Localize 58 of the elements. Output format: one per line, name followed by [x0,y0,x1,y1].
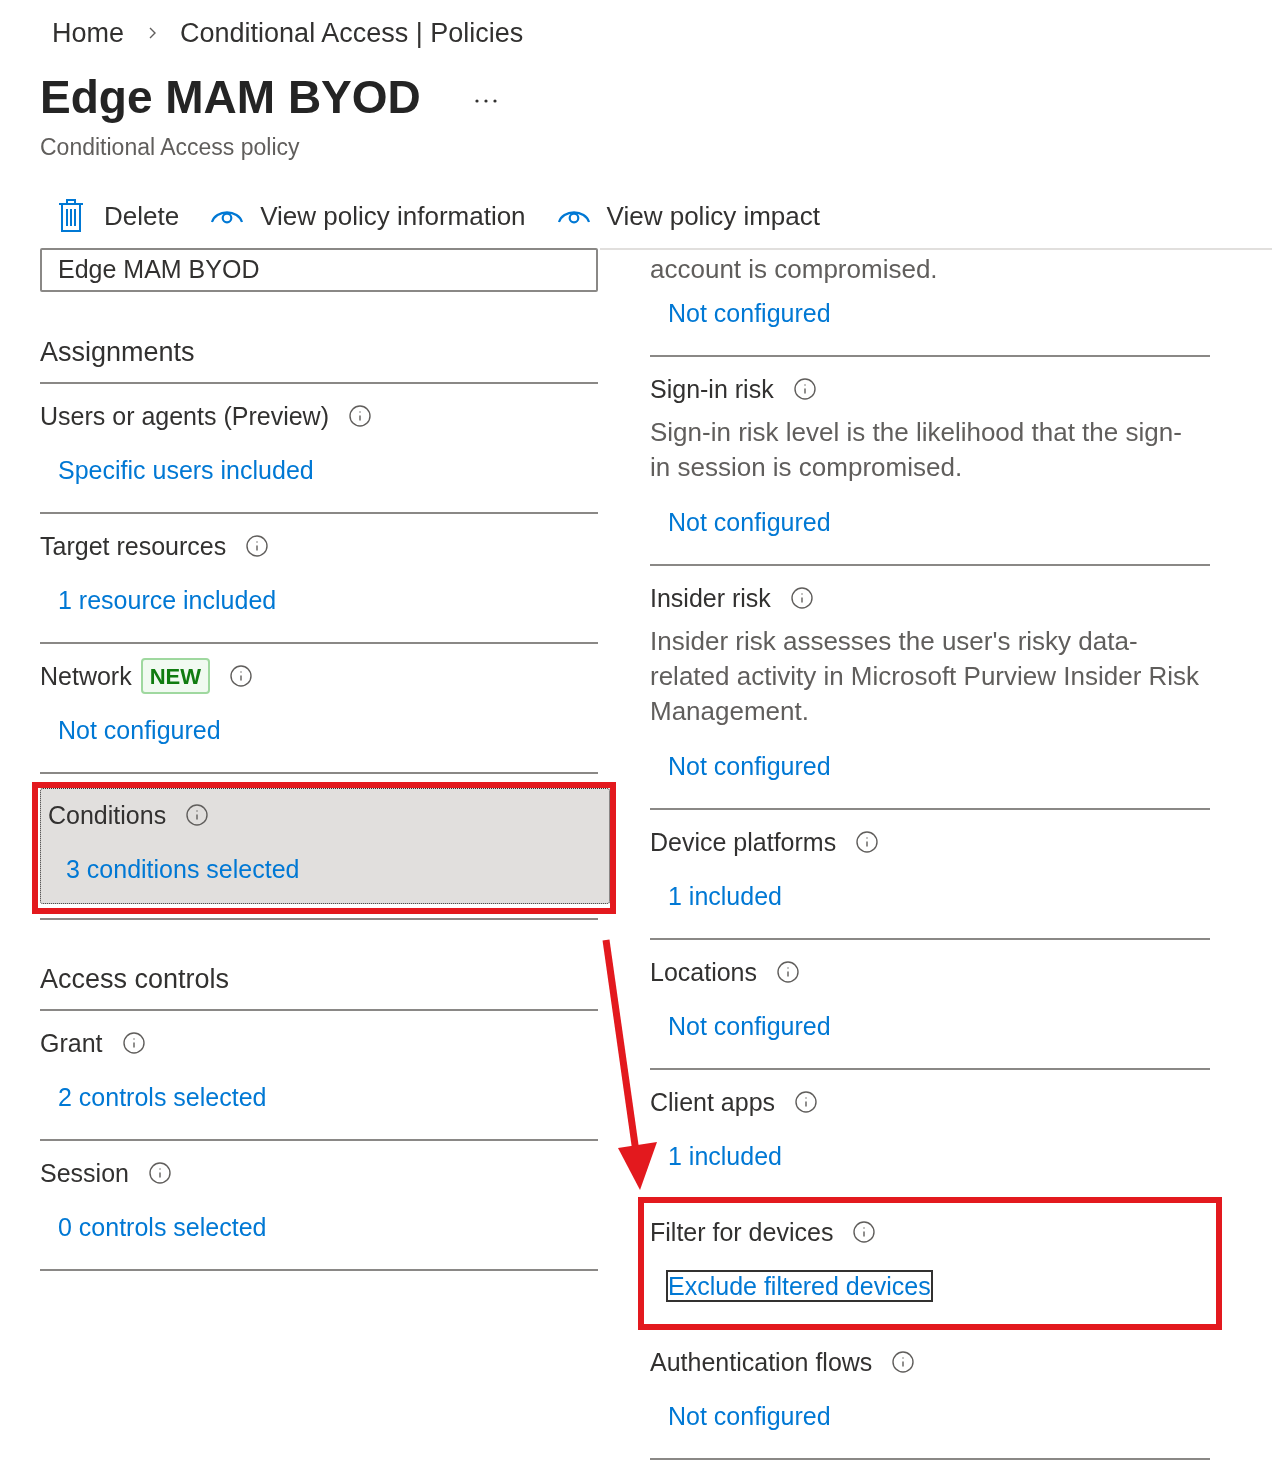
info-icon[interactable] [776,960,801,984]
group-heading: Access controls [40,963,231,995]
info-icon[interactable] [348,404,372,428]
section-link[interactable]: Not configured [56,714,223,746]
section-title: Conditions [48,800,167,831]
section-link[interactable]: Not configured [666,506,833,538]
toolbar-button[interactable]: View policy information [210,196,526,236]
section-title: Target resources [40,531,227,562]
section-link[interactable]: Not configured [666,297,833,329]
section-title: Network [40,661,132,692]
section-link[interactable]: 1 included [666,880,784,912]
section-link[interactable]: Specific users included [56,454,316,486]
info-icon[interactable] [185,803,210,827]
info-icon[interactable] [147,1161,172,1185]
info-icon[interactable] [891,1350,916,1374]
section-title: Client apps [650,1087,776,1118]
toolbar-button[interactable]: Delete [58,196,180,236]
section-title: Grant [40,1028,103,1059]
info-icon[interactable] [792,377,817,401]
info-icon[interactable] [229,664,253,688]
section-description: Insider risk assesses the user's risky data- related activity in Microsoft Purview Insider Risk Management. [650,625,1201,728]
section-link[interactable]: Not configured [666,1400,833,1432]
section-title: Device platforms [650,827,837,858]
info-icon[interactable] [121,1031,146,1055]
section-link[interactable]: 0 controls selected [56,1211,269,1243]
name-input[interactable]: Edge MAM BYOD [40,248,598,292]
section-link[interactable]: 2 controls selected [56,1081,269,1113]
page-title: Edge MAM BYOD [40,70,421,125]
section-description: Sign-in risk level is the likelihood that the sign- in session is compromised. [650,416,1183,484]
section-link[interactable]: Not configured [666,750,833,782]
section-title: Filter for devices [650,1217,834,1248]
section-title: Session [40,1158,129,1189]
breadcrumb-link[interactable]: Conditional Access | Policies [180,17,524,49]
section-description: account is compromised. [650,253,939,286]
section-link[interactable]: Not configured [666,1010,833,1042]
more-icon[interactable] [474,99,497,103]
selected-section[interactable]: Conditions 3 conditions selected [40,788,610,904]
info-icon[interactable] [245,534,270,558]
trash-icon [58,199,84,233]
toolbar-button[interactable]: View policy impact [556,196,820,236]
section-link[interactable]: 1 resource included [56,584,279,616]
section-title: Insider risk [650,583,771,614]
info-icon[interactable] [789,586,814,610]
page-subtitle: Conditional Access policy [40,133,301,162]
section-title: Authentication flows [650,1347,873,1378]
section-title: Sign-in risk [650,374,774,405]
breadcrumb-link[interactable]: Home [52,17,125,49]
new-badge: NEW [140,658,210,694]
section-link[interactable]: 3 conditions selected [64,853,302,885]
group-heading: Assignments [40,336,196,368]
info-icon[interactable] [852,1220,877,1244]
info-icon[interactable] [855,830,880,854]
section-link[interactable]: 1 included [666,1140,784,1172]
section-title: Locations [650,957,758,988]
section-link[interactable]: Exclude filtered devices [666,1270,933,1302]
section-title: Users or agents (Preview) [40,401,329,432]
info-icon[interactable] [794,1090,819,1114]
chevron-right-icon [149,27,157,39]
